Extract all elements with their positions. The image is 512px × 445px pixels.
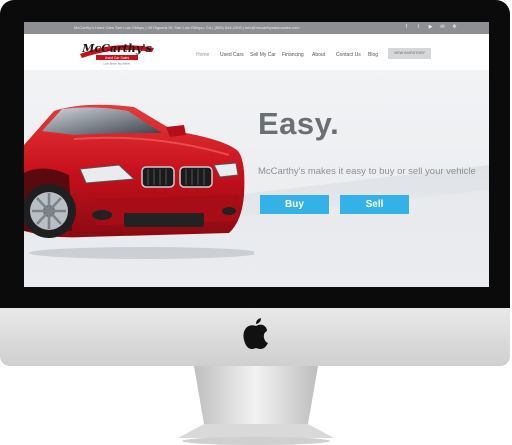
facebook-icon[interactable]: f [403, 24, 410, 31]
logo-wordmark: McCarthy's [81, 42, 152, 55]
logo-subtag: Look Better. Buy Better. [103, 62, 131, 66]
hero-section: Easy. McCarthy's makes it easy to buy or… [24, 70, 489, 287]
nav-financing[interactable]: Financing [282, 52, 304, 58]
logo-tagline: Used Car Sales [105, 56, 130, 60]
nav-used-cars[interactable]: Used Cars [220, 52, 244, 58]
view-inventory-button[interactable]: VIEW INVENTORY [388, 48, 431, 59]
nav-home[interactable]: Home [196, 52, 209, 58]
youtube-icon[interactable]: ▶ [427, 24, 434, 31]
email-icon[interactable]: ✉ [439, 24, 446, 31]
twitter-icon[interactable]: t [415, 24, 422, 31]
hero-subline: McCarthy's makes it easy to buy or sell … [258, 166, 476, 177]
top-info-bar: McCarthy's Used Cars San Luis Obispo | 4… [24, 22, 489, 34]
main-navbar: McCarthy's Used Car Sales Look Better. B… [24, 34, 489, 70]
nav-sell-my-car[interactable]: Sell My Car [250, 52, 276, 58]
buy-button[interactable]: Buy [260, 195, 329, 214]
red-car-image [24, 104, 254, 259]
contact-info-text: McCarthy's Used Cars San Luis Obispo | 4… [74, 25, 300, 30]
mccarthys-logo[interactable]: McCarthy's Used Car Sales Look Better. B… [76, 38, 158, 66]
sell-button[interactable]: Sell [340, 195, 409, 214]
nav-about[interactable]: About [312, 52, 325, 58]
nav-contact-us[interactable]: Contact Us [336, 52, 361, 58]
website-screen: McCarthy's Used Cars San Luis Obispo | 4… [24, 22, 489, 287]
apple-logo-icon [243, 318, 268, 349]
imac-monitor: McCarthy's Used Cars San Luis Obispo | 4… [0, 0, 512, 445]
yelp-icon[interactable]: ✻ [451, 24, 458, 31]
hero-headline: Easy. [258, 106, 340, 141]
monitor-stand [178, 366, 334, 445]
nav-blog[interactable]: Blog [368, 52, 378, 58]
